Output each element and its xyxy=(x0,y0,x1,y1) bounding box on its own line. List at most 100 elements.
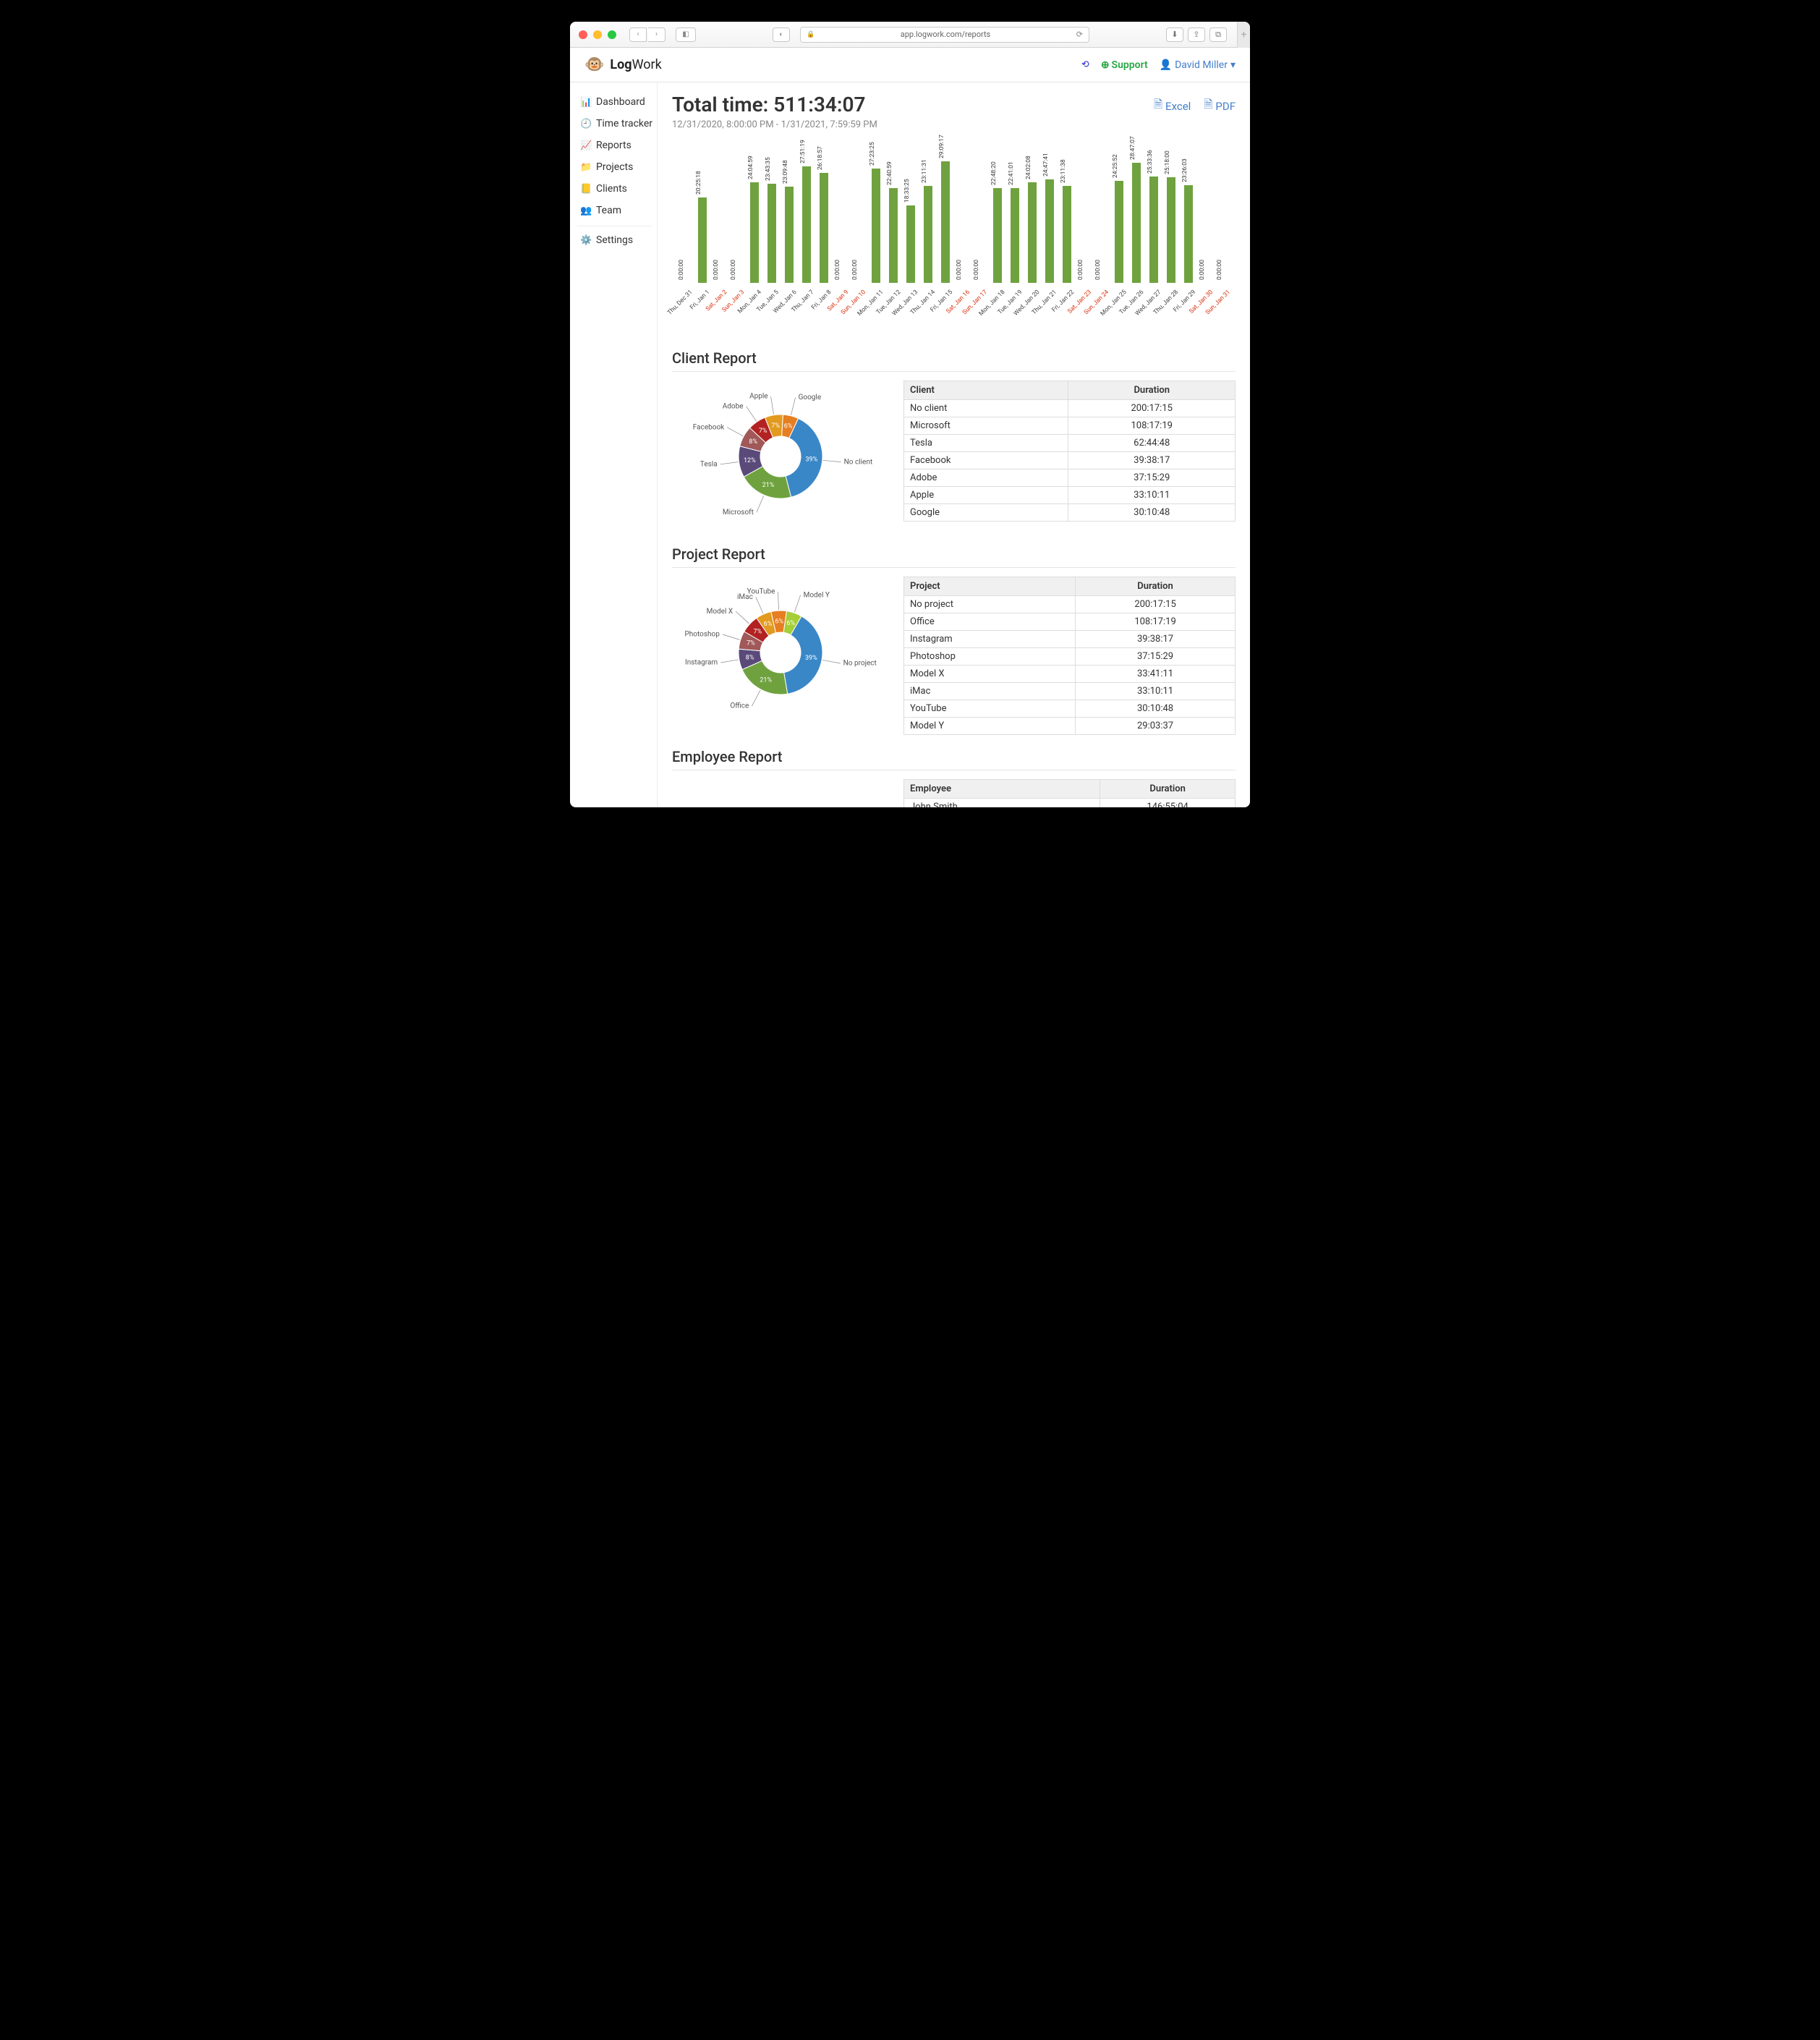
bar[interactable] xyxy=(1011,188,1019,283)
project-report-title: Project Report xyxy=(672,545,1236,563)
cell-duration: 108:17:19 xyxy=(1068,417,1236,435)
bar-col: 0:00:00 xyxy=(676,142,693,283)
sidebar-item-label: Projects xyxy=(596,161,633,173)
table-row: Instagram39:38:17 xyxy=(904,631,1236,648)
table-row: Apple33:10:11 xyxy=(904,487,1236,504)
table-row: No client200:17:15 xyxy=(904,400,1236,417)
bar-value: 0:00:00 xyxy=(956,260,963,280)
forward-button[interactable]: › xyxy=(648,27,666,42)
bar[interactable] xyxy=(698,197,707,283)
bar-col: 29:09:17 xyxy=(937,142,953,283)
sidebar-item-label: Clients xyxy=(596,183,627,195)
bar[interactable] xyxy=(1028,182,1037,283)
cell-duration: 37:15:29 xyxy=(1068,469,1236,487)
nav-buttons: ‹ › xyxy=(629,27,666,42)
window-controls xyxy=(579,30,616,39)
bar[interactable] xyxy=(1184,185,1193,283)
bar-col: 0:00:00 xyxy=(833,142,849,283)
privacy-shield-button[interactable]: ◐ xyxy=(773,27,790,42)
bar-value: 0:00:00 xyxy=(1094,260,1102,280)
page-title: Total time: 511:34:07 xyxy=(672,93,1236,116)
sidebar-toggle-button[interactable]: ◧ xyxy=(676,27,696,42)
sidebar-item-team[interactable]: 👥Team xyxy=(577,200,657,221)
sidebar-icon: ⚙️ xyxy=(580,235,591,246)
close-window-button[interactable] xyxy=(579,30,587,39)
bar[interactable] xyxy=(993,188,1002,283)
address-bar[interactable]: 🔒 app.logwork.com/reports ⟳ xyxy=(800,27,1089,43)
bar[interactable] xyxy=(1167,177,1175,283)
bar[interactable] xyxy=(889,188,898,283)
sidebar: 📊Dashboard 🕘 Time tracker 📈Reports📁Projects… xyxy=(570,82,657,807)
bar-col: 24:02:08 xyxy=(1024,142,1040,283)
bar[interactable] xyxy=(785,187,794,283)
cell-name: Adobe xyxy=(904,469,1068,487)
life-ring-icon: ⊕ xyxy=(1101,59,1110,71)
export-excel-button[interactable]: 🗎Excel xyxy=(1154,97,1191,115)
sidebar-item-reports[interactable]: 📈Reports xyxy=(577,135,657,156)
download-icon[interactable]: ⬇ xyxy=(1166,27,1183,42)
bar-col: 18:33:25 xyxy=(902,142,919,283)
bar-col: 0:00:00 xyxy=(1076,142,1092,283)
bar-col: 25:18:00 xyxy=(1162,142,1179,283)
bar[interactable] xyxy=(750,182,759,283)
cell-name: John Smith xyxy=(904,799,1100,808)
bar[interactable] xyxy=(924,186,932,283)
bar-value: 23:09:48 xyxy=(782,160,789,184)
bar-value: 0:00:00 xyxy=(730,260,737,280)
bar[interactable] xyxy=(767,184,776,283)
bar[interactable] xyxy=(1132,163,1141,283)
user-menu[interactable]: 👤 David Miller ▾ xyxy=(1160,59,1236,71)
sidebar-icon: 📊 xyxy=(580,97,591,108)
bar[interactable] xyxy=(941,161,950,283)
share-icon[interactable]: ⇪ xyxy=(1188,27,1205,42)
url-text: app.logwork.com/reports xyxy=(817,30,1073,39)
x-tick: Sun, Jan 31 xyxy=(1215,284,1231,328)
client-report-row: 39%No client21%Microsoft12%Tesla8%Facebo… xyxy=(672,381,1236,532)
minimize-window-button[interactable] xyxy=(593,30,602,39)
tabs-icon[interactable]: ⧉ xyxy=(1209,27,1227,42)
sidebar-item-label: Time tracker xyxy=(596,118,652,129)
table-row: Model Y29:03:37 xyxy=(904,718,1236,735)
bar-col: 24:04:59 xyxy=(746,142,762,283)
sidebar-item-time-tracker[interactable]: 🕘 Time tracker xyxy=(577,113,657,135)
refresh-icon[interactable]: ⟲ xyxy=(1081,59,1089,70)
bar-value: 0:00:00 xyxy=(678,260,685,280)
table-row: Adobe37:15:29 xyxy=(904,469,1236,487)
sidebar-icon: 🕘 xyxy=(580,119,591,129)
bar[interactable] xyxy=(1115,181,1123,283)
bar-value: 22:41:01 xyxy=(1008,161,1015,185)
maximize-window-button[interactable] xyxy=(608,30,616,39)
logo-icon: 🐵 xyxy=(584,56,604,74)
bar-col: 0:00:00 xyxy=(954,142,971,283)
cell-duration: 33:10:11 xyxy=(1068,487,1236,504)
reload-icon[interactable]: ⟳ xyxy=(1076,30,1083,39)
brand-logo[interactable]: 🐵 LogWork xyxy=(584,56,662,74)
back-button[interactable]: ‹ xyxy=(629,27,647,42)
bar[interactable] xyxy=(820,173,828,283)
bar-value: 0:00:00 xyxy=(973,260,980,280)
bar[interactable] xyxy=(1063,186,1071,283)
bar[interactable] xyxy=(906,205,915,283)
col-duration: Duration xyxy=(1068,381,1236,400)
slice-label: Instagram xyxy=(685,659,718,667)
bar-col: 23:26:03 xyxy=(1180,142,1196,283)
slice-label: Facebook xyxy=(693,423,725,431)
bar[interactable] xyxy=(1045,179,1054,283)
cell-duration: 62:44:48 xyxy=(1068,435,1236,452)
sidebar-item-label: Reports xyxy=(596,140,632,151)
bar[interactable] xyxy=(802,166,811,283)
sidebar-item-settings[interactable]: ⚙️Settings xyxy=(577,229,657,251)
cell-name: YouTube xyxy=(904,700,1076,718)
bar-value: 0:00:00 xyxy=(713,260,720,280)
bar[interactable] xyxy=(872,169,880,283)
sidebar-item-clients[interactable]: 📒Clients xyxy=(577,178,657,200)
sidebar-item-projects[interactable]: 📁Projects xyxy=(577,156,657,178)
export-pdf-button[interactable]: 🗎PDF xyxy=(1204,97,1236,115)
bar-value: 22:48:20 xyxy=(990,161,998,185)
cell-name: Google xyxy=(904,504,1068,522)
bar[interactable] xyxy=(1149,177,1158,283)
support-link[interactable]: ⊕ Support xyxy=(1101,59,1148,71)
app-topbar: 🐵 LogWork ⟲ ⊕ Support 👤 David Miller ▾ xyxy=(570,48,1250,82)
sidebar-item-dashboard[interactable]: 📊Dashboard xyxy=(577,91,657,113)
cell-name: Apple xyxy=(904,487,1068,504)
